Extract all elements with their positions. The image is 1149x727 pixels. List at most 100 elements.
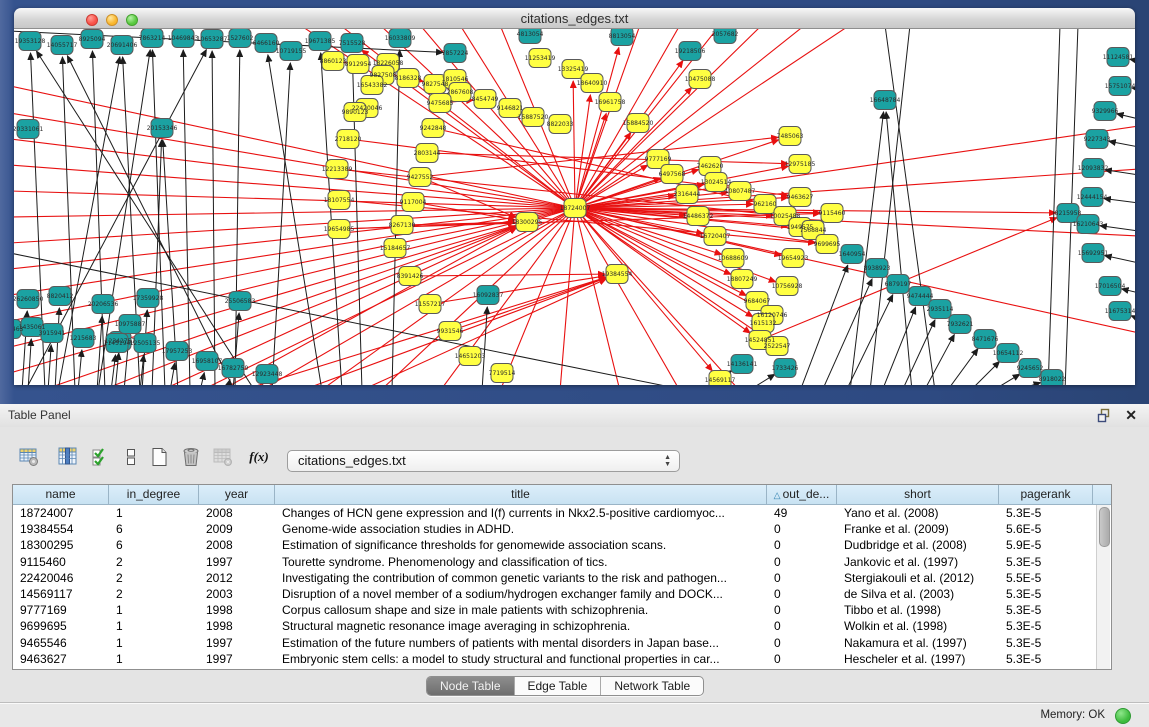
column-header-pagerank[interactable]: pagerank: [999, 485, 1093, 504]
column-header-title[interactable]: title: [275, 485, 767, 504]
graph-node-label: 9475685: [427, 100, 454, 107]
graph-edge: [1100, 226, 1135, 231]
table-row[interactable]: 1456911722003Disruption of a novel membe…: [13, 586, 1111, 602]
new-file-icon[interactable]: [146, 443, 172, 471]
graph-edge: [320, 208, 575, 385]
graph-edge: [48, 345, 51, 385]
graph-node-label: 10469843: [168, 35, 199, 42]
column-header-out_de[interactable]: △out_de...: [767, 485, 837, 504]
table-scrollbar[interactable]: [1096, 505, 1110, 669]
graph-node-label: 2867608: [447, 89, 474, 96]
graph-node-label: 8267130: [389, 222, 416, 229]
table-cell: Genome-wide association studies in ADHD.: [275, 521, 767, 537]
table-cell: Changes of HCN gene expression and I(f) …: [275, 505, 767, 521]
table-row[interactable]: 1830029562008Estimation of significance …: [13, 537, 1111, 553]
table-cell: 2008: [199, 505, 275, 521]
graph-node-label: 9227343: [1084, 136, 1111, 143]
table-row[interactable]: 977716911998Corpus callosum shape and si…: [13, 602, 1111, 618]
column-header-in_degree[interactable]: in_degree: [109, 485, 199, 504]
column-header-name[interactable]: name: [13, 485, 109, 504]
graph-node-label: 12444154: [1077, 194, 1108, 201]
table-row[interactable]: 1938455462009Genome-wide association stu…: [13, 521, 1111, 537]
table-cell: 9465546: [13, 635, 109, 651]
tab-edge-table[interactable]: Edge Table: [515, 677, 602, 695]
table-cell: 1: [109, 505, 199, 521]
scrollbar-thumb[interactable]: [1099, 507, 1110, 547]
float-window-icon[interactable]: [1097, 408, 1113, 423]
table-selector-dropdown[interactable]: citations_edges.txt ▲▼: [287, 450, 680, 472]
graph-edge: [992, 374, 1020, 385]
graph-node-label: 25506583: [225, 298, 256, 305]
close-panel-icon[interactable]: ✕: [1125, 407, 1137, 423]
graph-node-label: 9931546: [437, 328, 464, 335]
delete-table-icon[interactable]: [210, 443, 236, 471]
table-cell: Yano et al. (2008): [837, 505, 999, 521]
table-checks-icon[interactable]: [88, 443, 114, 471]
column-header-year[interactable]: year: [199, 485, 275, 504]
graph-node-label: 14651203: [455, 353, 486, 360]
graph-node-label: 12923448: [252, 371, 283, 378]
graph-node-label: 8925094: [79, 36, 106, 43]
function-icon[interactable]: f(x): [246, 443, 272, 471]
table-cell: Jankovic et al. (1997): [837, 554, 999, 570]
graph-edge: [970, 361, 1000, 385]
table-row[interactable]: 969969511998Structural magnetic resonanc…: [13, 618, 1111, 634]
graph-edge: [947, 349, 978, 385]
trash-icon[interactable]: [178, 443, 204, 471]
memory-ok-indicator-icon[interactable]: [1115, 708, 1131, 724]
table-cell: Corpus callosum shape and size in male p…: [275, 602, 767, 618]
network-desktop: citations_edges.txt 19353128140557178925…: [0, 0, 1149, 404]
graph-edge: [212, 51, 215, 385]
table-row[interactable]: 946362711997Embryonic stem cells: a mode…: [13, 651, 1111, 667]
network-window[interactable]: citations_edges.txt 19353128140557178925…: [14, 8, 1135, 385]
graph-edge: [14, 208, 575, 347]
tab-node-table[interactable]: Node Table: [427, 677, 515, 695]
graph-node-label: 14486372: [683, 213, 714, 220]
table-column-icon[interactable]: [55, 443, 81, 471]
table-row[interactable]: 2242004622012Investigating the contribut…: [13, 570, 1111, 586]
table-cell: 5.3E-5: [999, 554, 1093, 570]
network-canvas[interactable]: 1935312814055717892509420691406786321410…: [14, 29, 1135, 385]
table-settings-icon[interactable]: [16, 443, 42, 471]
table-cell: 0: [767, 602, 837, 618]
graph-node-label: 16782759: [218, 365, 249, 372]
table-cell: 0: [767, 618, 837, 634]
graph-node-label: 7485063: [777, 133, 804, 140]
graph-node-label: 7515528: [339, 40, 366, 47]
network-window-titlebar[interactable]: citations_edges.txt: [14, 8, 1135, 29]
table-cell: 2: [109, 586, 199, 602]
table-cell: Structural magnetic resonance image aver…: [275, 618, 767, 634]
column-header-short[interactable]: short: [837, 485, 999, 504]
graph-edge: [97, 316, 102, 385]
table-cell: 5.3E-5: [999, 635, 1093, 651]
table-cell: Dudbridge et al. (2008): [837, 537, 999, 553]
tab-network-table[interactable]: Network Table: [601, 677, 703, 695]
graph-node-label: 10688609: [718, 255, 749, 262]
graph-node-label: 2057682: [712, 31, 739, 38]
graph-edge: [1105, 256, 1135, 263]
table-cell: Tourette syndrome. Phenomenology and cla…: [275, 554, 767, 570]
table-row[interactable]: 911546021997Tourette syndrome. Phenomeno…: [13, 554, 1111, 570]
graph-node-label: 7719514: [489, 370, 516, 377]
table-cell: Investigating the contribution of common…: [275, 570, 767, 586]
graph-node-label: 962160: [754, 201, 777, 208]
graph-node-label: 8822033: [547, 121, 574, 128]
table-row[interactable]: 946554611997Estimation of the future num…: [13, 635, 1111, 651]
graph-node-label: 16648784: [870, 97, 901, 104]
graph-node-label: 17016504: [1095, 283, 1126, 290]
graph-edge: [846, 295, 893, 385]
node-table: namein_degreeyeartitle△out_de...shortpag…: [12, 484, 1112, 670]
table-cell: 0: [767, 554, 837, 570]
graph-node-label: 10653287: [197, 36, 228, 43]
graph-edge: [227, 380, 230, 385]
graph-node-label: 14055717: [47, 42, 78, 49]
table-row[interactable]: 1872400712008Changes of HCN gene express…: [13, 505, 1111, 521]
table-cell: 14569117: [13, 586, 109, 602]
graph-node-label: 18640910: [577, 80, 608, 87]
table-cell: 6: [109, 537, 199, 553]
graph-edge: [1104, 199, 1135, 203]
table-cell: Tibbo et al. (1998): [837, 602, 999, 618]
column-pair-icon[interactable]: [118, 443, 144, 471]
graph-node-label: 20691406: [107, 42, 138, 49]
table-cell: 0: [767, 651, 837, 667]
